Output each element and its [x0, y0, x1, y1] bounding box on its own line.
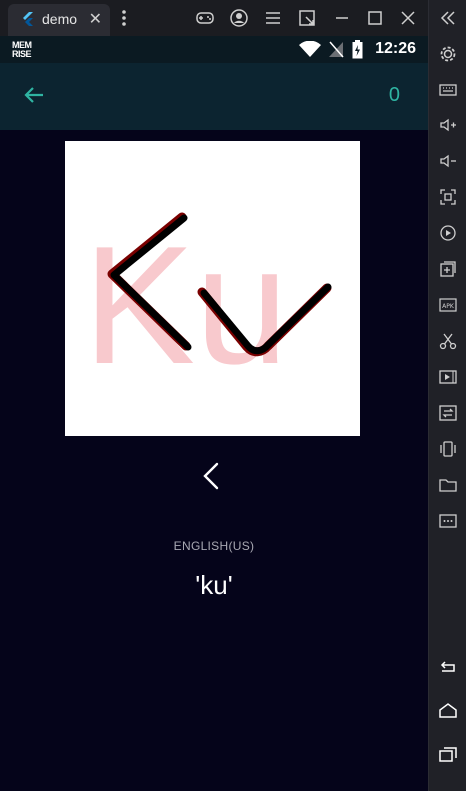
emulator-side-toolbar: APK	[428, 0, 466, 791]
no-signal-icon	[329, 41, 344, 58]
tab-close-icon[interactable]: ✕	[89, 9, 102, 29]
video-icon[interactable]	[438, 367, 458, 387]
clock: 12:26	[375, 40, 416, 57]
character-card: Ku	[65, 141, 360, 436]
back-arrow-icon[interactable]	[22, 83, 46, 107]
account-icon[interactable]	[229, 8, 249, 28]
language-label: ENGLISH(US)	[173, 539, 255, 553]
chevron-left-icon[interactable]	[200, 461, 224, 491]
close-icon[interactable]	[398, 8, 418, 28]
answer-text: 'ku'	[195, 570, 233, 600]
stroke-drawing: Ku	[83, 211, 332, 399]
battery-charging-icon	[352, 40, 363, 59]
flutter-icon	[23, 12, 33, 26]
window-title-bar: demo ✕	[0, 0, 428, 36]
maximize-icon[interactable]	[365, 8, 385, 28]
add-window-icon[interactable]	[438, 259, 458, 279]
record-play-icon[interactable]	[438, 223, 458, 243]
wifi-icon	[299, 41, 321, 57]
recents-nav-icon[interactable]	[438, 744, 458, 764]
folder-icon[interactable]	[438, 475, 458, 495]
svg-text:APK: APK	[442, 303, 455, 310]
collapse-chevrons-icon[interactable]	[438, 8, 458, 28]
apk-icon[interactable]: APK	[438, 295, 458, 315]
more-icon[interactable]	[438, 511, 458, 531]
memrise-logo: MEM RISE	[12, 41, 34, 59]
ghost-letters: Ku	[83, 211, 289, 399]
sync-icon[interactable]	[438, 403, 458, 423]
tab-demo[interactable]: demo ✕	[8, 4, 110, 36]
back-nav-icon[interactable]	[438, 656, 458, 676]
scissors-icon[interactable]	[438, 331, 458, 351]
home-nav-icon[interactable]	[438, 700, 458, 720]
volume-up-icon[interactable]	[438, 115, 458, 135]
tab-title: demo	[42, 11, 78, 27]
volume-down-icon[interactable]	[438, 151, 458, 171]
app-bar: 0	[0, 63, 428, 130]
resize-window-icon[interactable]	[297, 8, 317, 28]
status-bar: MEM RISE 12:26	[0, 36, 428, 63]
logo-line-2: RISE	[12, 49, 32, 59]
settings-icon[interactable]	[438, 44, 458, 64]
score-counter: 0	[388, 84, 400, 106]
more-vertical-icon[interactable]	[117, 8, 131, 28]
keyboard-icon[interactable]	[438, 80, 458, 100]
menu-icon[interactable]	[263, 8, 283, 28]
shake-icon[interactable]	[438, 439, 458, 459]
gamepad-icon[interactable]	[195, 8, 215, 28]
fullscreen-icon[interactable]	[438, 187, 458, 207]
phone-screen: MEM RISE 12:26 0 Ku ENGLISH(US) 'ku'	[0, 36, 428, 791]
minimize-icon[interactable]	[332, 8, 352, 28]
